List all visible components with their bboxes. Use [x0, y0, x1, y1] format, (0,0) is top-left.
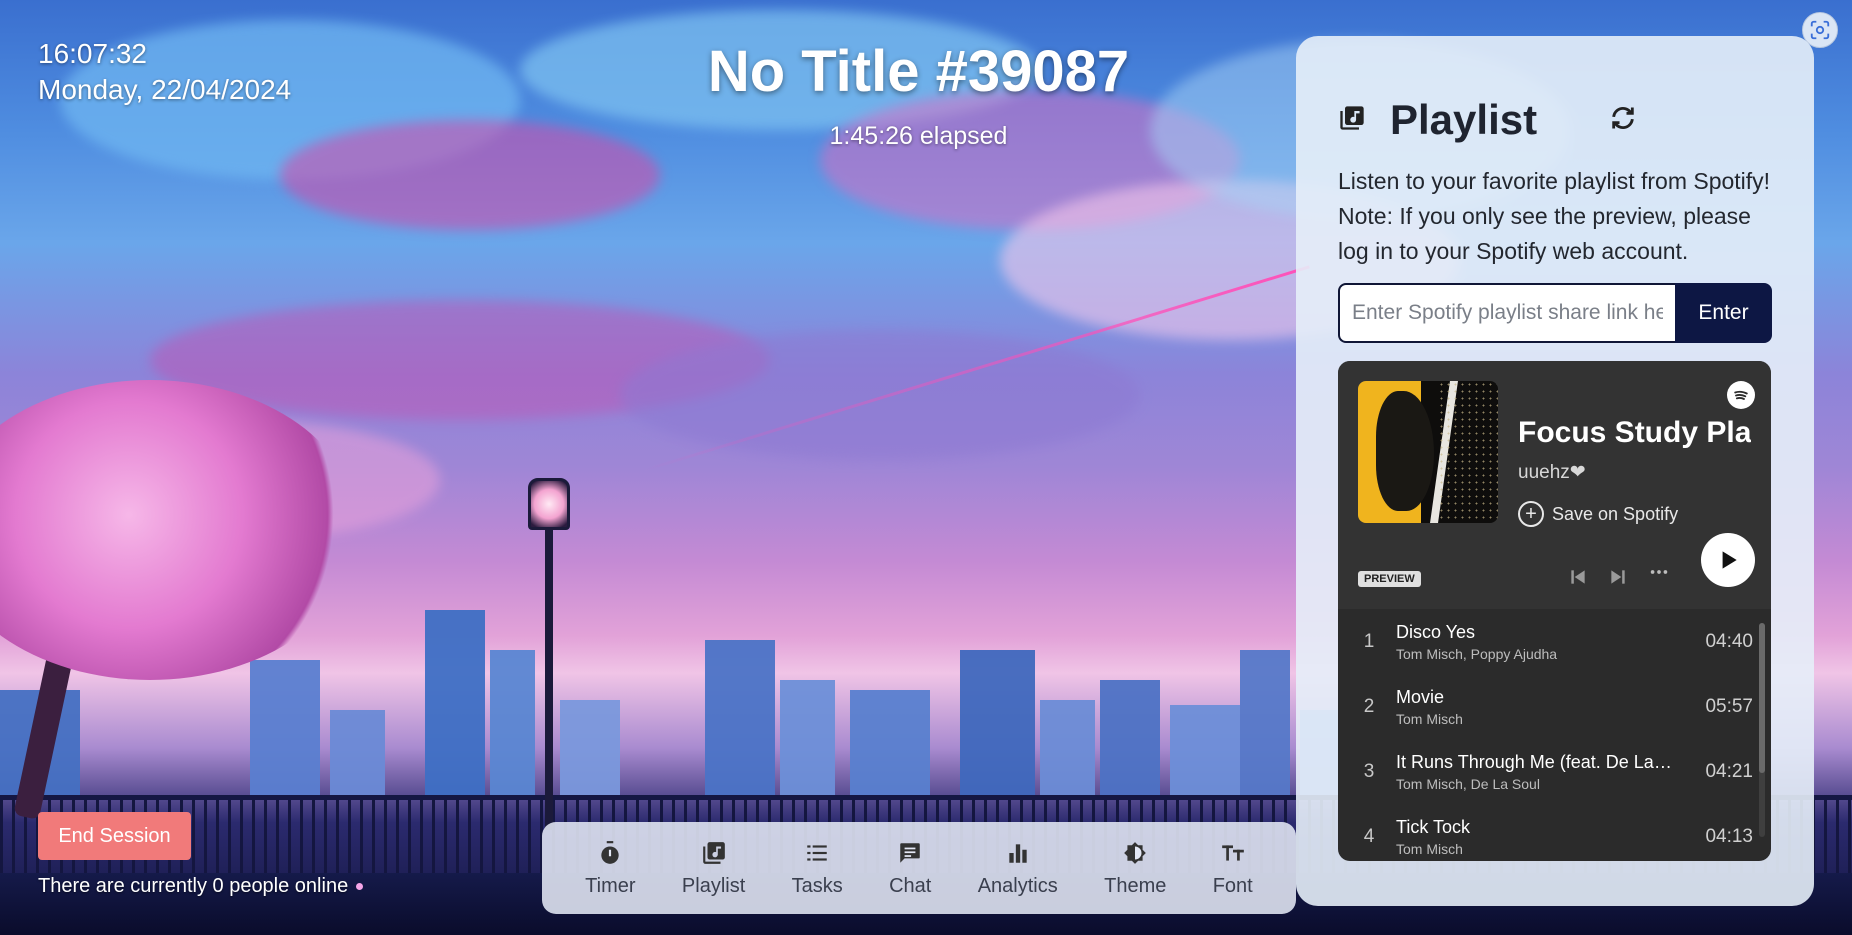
- dock-item-chat[interactable]: Chat: [889, 839, 931, 898]
- dock-label: Analytics: [977, 874, 1058, 897]
- track-duration: 04:40: [1705, 630, 1753, 652]
- track-row[interactable]: 2 Movie Tom Misch 05:57: [1354, 674, 1753, 739]
- dock-item-analytics[interactable]: Analytics: [978, 839, 1058, 898]
- playlist-header: Playlist: [1338, 96, 1772, 144]
- track-list: 1 Disco Yes Tom Misch, Poppy Ajudha 04:4…: [1338, 609, 1771, 861]
- dock-item-theme[interactable]: Theme: [1104, 839, 1166, 898]
- description-note: Note: If you only see the preview, pleas…: [1338, 203, 1751, 264]
- dock-item-timer[interactable]: Timer: [585, 839, 636, 898]
- track-artist: Tom Misch: [1396, 840, 1463, 857]
- elapsed-time: 1:45:26 elapsed: [829, 122, 1008, 150]
- dock-label: Playlist: [681, 874, 746, 897]
- description-line: Listen to your favorite playlist from Sp…: [1338, 168, 1771, 194]
- stopwatch-icon: [596, 839, 624, 867]
- track-row[interactable]: 4 Tick Tock Tom Misch 04:13: [1354, 804, 1753, 861]
- track-name: It Runs Through Me (feat. De La Soul): [1396, 751, 1676, 772]
- track-row[interactable]: 1 Disco Yes Tom Misch, Poppy Ajudha 04:4…: [1354, 609, 1753, 674]
- dock-label: Tasks: [791, 874, 843, 897]
- dock-label: Timer: [585, 874, 636, 897]
- spotify-header: Focus Study Playlist uuehz❤ + Save on Sp…: [1338, 361, 1771, 609]
- contrast-icon: [1121, 839, 1149, 867]
- online-text: There are currently 0 people online: [38, 875, 349, 897]
- track-duration: 04:13: [1705, 825, 1753, 847]
- online-status: There are currently 0 people online: [38, 875, 364, 898]
- skip-previous-icon[interactable]: [1568, 567, 1588, 593]
- track-name: Disco Yes: [1396, 621, 1476, 642]
- online-indicator-dot: [356, 883, 364, 891]
- dock-item-tasks[interactable]: Tasks: [792, 839, 843, 898]
- playlist-description: Listen to your favorite playlist from Sp…: [1338, 164, 1772, 269]
- track-artist: Tom Misch: [1396, 710, 1463, 727]
- track-list-scrollbar[interactable]: [1759, 623, 1765, 837]
- dock-label: Font: [1212, 874, 1253, 897]
- refresh-icon[interactable]: [1609, 104, 1637, 137]
- spotify-owner[interactable]: uuehz❤: [1518, 461, 1586, 484]
- clock: 16:07:32 Monday, 22/04/2024: [38, 36, 291, 108]
- music-library-icon: [700, 839, 728, 867]
- spotify-playlist-name[interactable]: Focus Study Playlist: [1518, 416, 1751, 450]
- spotify-logo-icon[interactable]: [1727, 381, 1755, 409]
- session-title[interactable]: No Title #39087: [600, 38, 1237, 105]
- spotify-link-input[interactable]: [1338, 283, 1675, 343]
- track-artist: Tom Misch, De La Soul: [1396, 775, 1540, 792]
- playlist-title: Playlist: [1390, 96, 1538, 143]
- bar-chart-icon: [1004, 839, 1032, 867]
- playlist-panel: Playlist Listen to your favorite playlis…: [1296, 36, 1814, 906]
- bottom-dock: Timer Playlist Tasks Chat Analytics Them…: [542, 822, 1296, 914]
- dock-item-playlist[interactable]: Playlist: [682, 839, 745, 898]
- track-duration: 04:21: [1705, 760, 1753, 782]
- track-duration: 05:57: [1705, 695, 1753, 717]
- track-artist: Tom Misch, Poppy Ajudha: [1396, 645, 1558, 662]
- enter-button[interactable]: Enter: [1675, 283, 1772, 343]
- track-number: 2: [1363, 695, 1375, 717]
- track-name: Movie: [1396, 686, 1445, 707]
- dock-item-font[interactable]: Font: [1213, 839, 1253, 898]
- music-library-icon: [1338, 104, 1366, 137]
- track-number: 4: [1363, 825, 1375, 847]
- chat-bubble-icon: [896, 839, 924, 867]
- save-on-spotify-button[interactable]: + Save on Spotify: [1518, 501, 1678, 527]
- dock-label: Theme: [1104, 874, 1167, 897]
- screenshot-icon: [1810, 20, 1830, 40]
- clock-date: Monday, 22/04/2024: [38, 74, 292, 105]
- spotify-embed: Focus Study Playlist uuehz❤ + Save on Sp…: [1338, 361, 1771, 861]
- save-label: Save on Spotify: [1552, 503, 1679, 524]
- play-button[interactable]: [1701, 533, 1755, 587]
- clock-time: 16:07:32: [38, 38, 147, 69]
- text-size-icon: [1219, 839, 1247, 867]
- track-row[interactable]: 3 It Runs Through Me (feat. De La Soul) …: [1354, 739, 1753, 804]
- playlist-link-form: Enter: [1338, 283, 1772, 343]
- more-options-icon[interactable]: [1648, 561, 1670, 589]
- scrollbar-thumb[interactable]: [1759, 623, 1765, 773]
- playlist-cover[interactable]: [1358, 381, 1498, 523]
- track-name: Tick Tock: [1396, 816, 1471, 837]
- dock-label: Chat: [889, 874, 932, 897]
- end-session-button[interactable]: End Session: [38, 812, 191, 860]
- track-number: 1: [1363, 630, 1375, 652]
- list-icon: [803, 839, 831, 867]
- play-icon: [1722, 551, 1737, 569]
- skip-next-icon[interactable]: [1608, 567, 1628, 593]
- preview-badge: PREVIEW: [1358, 571, 1421, 587]
- plus-circle-icon: +: [1518, 501, 1544, 527]
- track-number: 3: [1363, 760, 1375, 782]
